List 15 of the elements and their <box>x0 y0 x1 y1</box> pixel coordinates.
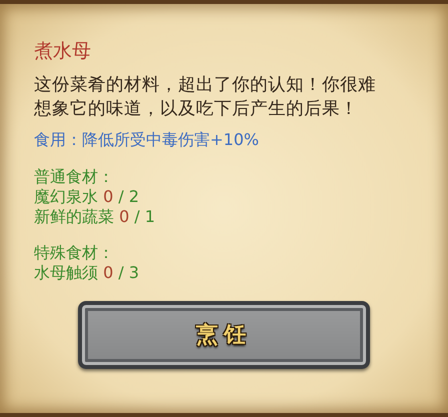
section-heading: 普通食材： <box>34 167 114 187</box>
dish-description: 这份菜肴的材料，超出了你的认知！你很难想象它的味道，以及吃下后产生的后果！ <box>34 74 377 121</box>
required-count: / 3 <box>118 263 140 282</box>
ingredient-name: 水母触须 <box>34 263 98 282</box>
ingredient-name: 魔幻泉水 <box>34 187 98 206</box>
required-count: / 1 <box>134 207 156 226</box>
owned-count: 0 <box>119 207 130 226</box>
effect-text: 食用：降低所受中毒伤害+10% <box>34 129 259 151</box>
cook-button[interactable]: 烹饪 <box>78 301 370 369</box>
owned-count: 0 <box>103 263 114 282</box>
section-heading: 特殊食材： <box>34 243 114 263</box>
required-count: / 2 <box>118 187 140 206</box>
owned-count: 0 <box>103 187 114 206</box>
ingredient-name: 新鲜的蔬菜 <box>34 207 114 226</box>
dish-title: 煮水母 <box>34 39 91 64</box>
